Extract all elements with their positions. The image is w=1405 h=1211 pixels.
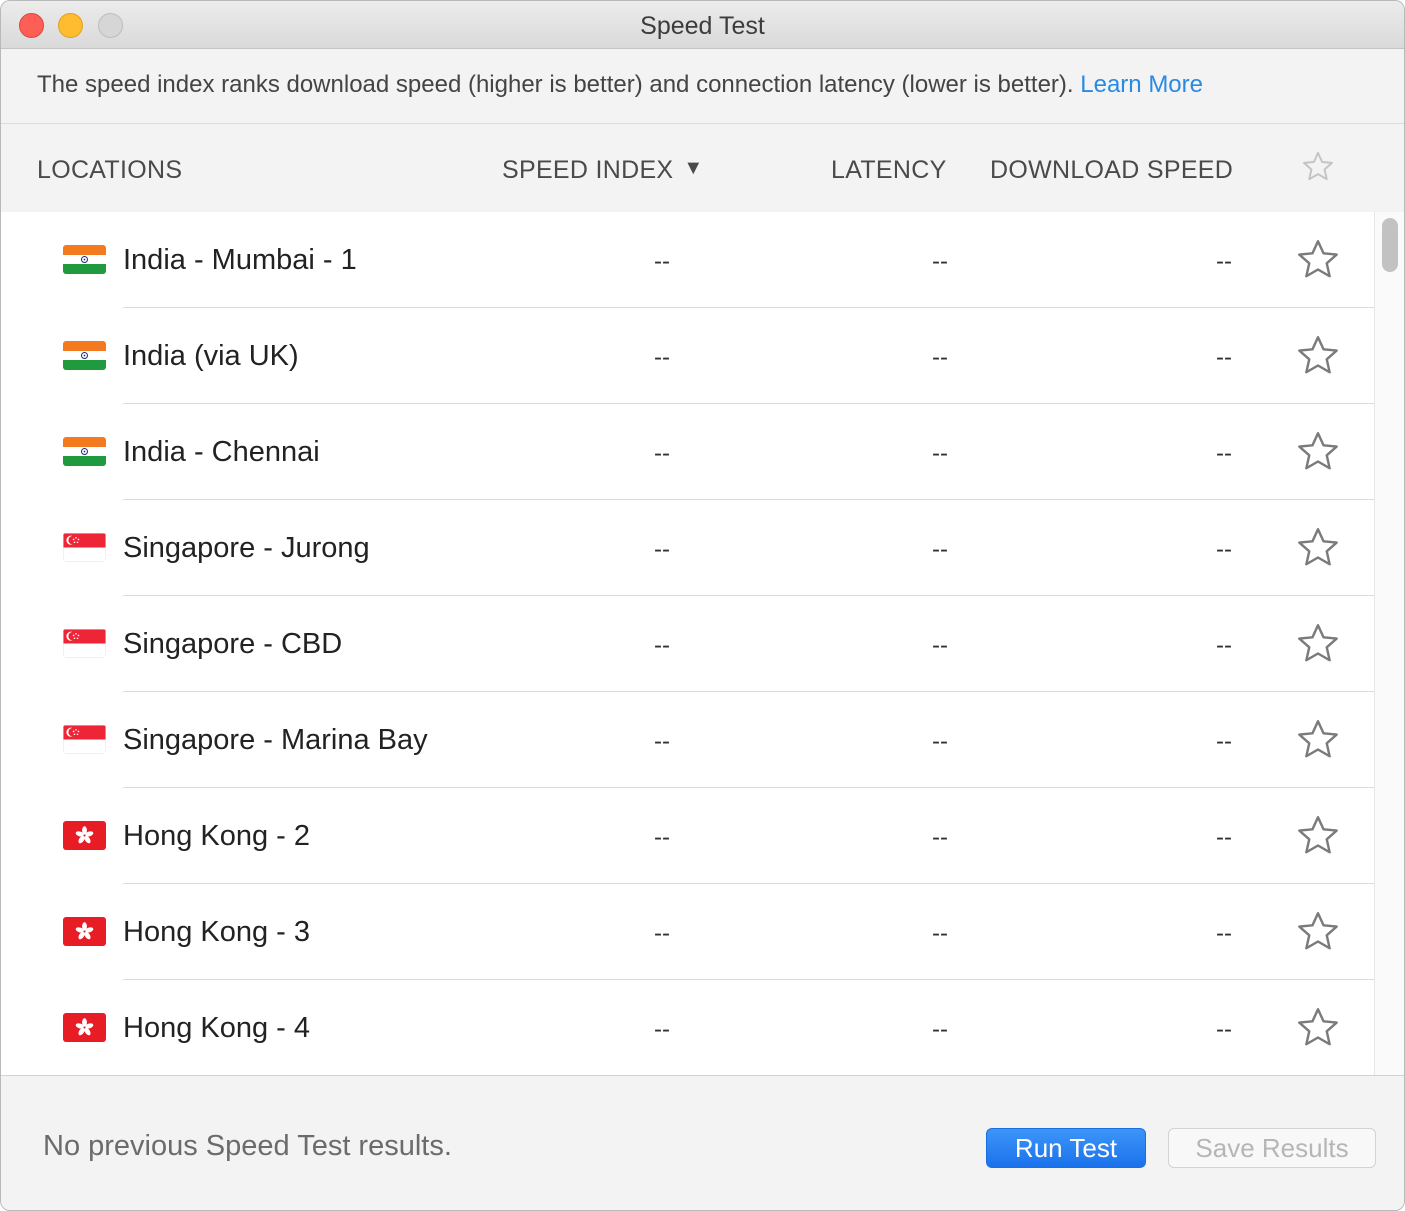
info-text: The speed index ranks download speed (hi… xyxy=(37,71,1074,98)
favorite-star-icon[interactable] xyxy=(1294,332,1342,380)
speed-index-value: -- xyxy=(654,824,670,851)
window-title: Speed Test xyxy=(640,12,765,40)
location-name: Hong Kong - 3 xyxy=(123,916,311,948)
download-speed-value: -- xyxy=(1216,728,1232,755)
favorite-star-icon[interactable] xyxy=(1294,1004,1342,1052)
speed-index-value: -- xyxy=(654,728,670,755)
location-name: India (via UK) xyxy=(123,340,299,372)
latency-value: -- xyxy=(932,344,948,371)
singapore-flag-icon xyxy=(63,629,106,658)
hong-kong-flag-icon xyxy=(63,1013,106,1042)
run-test-button[interactable]: Run Test xyxy=(986,1128,1146,1168)
location-row[interactable]: Hong Kong - 2 -- -- -- xyxy=(1,788,1374,884)
favorite-star-icon[interactable] xyxy=(1294,524,1342,572)
list-scrollbar[interactable] xyxy=(1374,212,1404,1075)
speed-index-value: -- xyxy=(654,344,670,371)
info-banner: The speed index ranks download speed (hi… xyxy=(1,50,1404,124)
latency-value: -- xyxy=(932,728,948,755)
speed-index-value: -- xyxy=(654,536,670,563)
latency-value: -- xyxy=(932,536,948,563)
sort-descending-icon: ▼ xyxy=(683,157,704,179)
latency-value: -- xyxy=(932,1016,948,1043)
favorite-star-icon[interactable] xyxy=(1294,908,1342,956)
learn-more-link[interactable]: Learn More xyxy=(1080,71,1203,98)
latency-value: -- xyxy=(932,248,948,275)
download-speed-value: -- xyxy=(1216,344,1232,371)
latency-value: -- xyxy=(932,632,948,659)
location-name: Singapore - Jurong xyxy=(123,532,370,564)
column-header-latency[interactable]: LATENCY xyxy=(831,156,947,185)
location-row[interactable]: India (via UK) -- -- -- xyxy=(1,308,1374,404)
column-header-speed-index[interactable]: SPEED INDEX ▼ xyxy=(502,156,704,185)
location-row[interactable]: Hong Kong - 3 -- -- -- xyxy=(1,884,1374,980)
hong-kong-flag-icon xyxy=(63,917,106,946)
favorite-star-icon[interactable] xyxy=(1294,812,1342,860)
table-header: LOCATIONS SPEED INDEX ▼ LATENCY DOWNLOAD … xyxy=(1,125,1404,212)
location-name: Hong Kong - 4 xyxy=(123,1012,311,1044)
location-row[interactable]: Singapore - Marina Bay -- -- -- xyxy=(1,692,1374,788)
speed-index-value: -- xyxy=(654,1016,670,1043)
speed-index-value: -- xyxy=(654,440,670,467)
location-row[interactable]: India - Chennai -- -- -- xyxy=(1,404,1374,500)
download-speed-value: -- xyxy=(1216,824,1232,851)
latency-value: -- xyxy=(932,824,948,851)
favorite-star-icon[interactable] xyxy=(1294,716,1342,764)
location-name: India - Chennai xyxy=(123,436,320,468)
latency-value: -- xyxy=(932,440,948,467)
speed-test-window: Speed Test The speed index ranks downloa… xyxy=(0,0,1405,1211)
column-header-locations[interactable]: LOCATIONS xyxy=(37,156,182,185)
location-list[interactable]: India - Mumbai - 1 -- -- -- India (via UK) --… xyxy=(1,212,1374,1075)
download-speed-value: -- xyxy=(1216,536,1232,563)
location-name: Singapore - CBD xyxy=(123,628,343,660)
title-bar: Speed Test xyxy=(1,1,1404,49)
results-status-text: No previous Speed Test results. xyxy=(43,1130,452,1162)
singapore-flag-icon xyxy=(63,725,106,754)
latency-value: -- xyxy=(932,920,948,947)
india-flag-icon xyxy=(63,437,106,466)
download-speed-value: -- xyxy=(1216,440,1232,467)
location-name: Hong Kong - 2 xyxy=(123,820,311,852)
save-results-button[interactable]: Save Results xyxy=(1168,1128,1376,1168)
footer-bar: No previous Speed Test results. Run Test… xyxy=(1,1075,1404,1210)
india-flag-icon xyxy=(63,245,106,274)
scrollbar-thumb[interactable] xyxy=(1382,218,1398,272)
favorite-star-icon[interactable] xyxy=(1294,428,1342,476)
speed-index-value: -- xyxy=(654,248,670,275)
column-header-download-speed[interactable]: DOWNLOAD SPEED xyxy=(990,156,1233,185)
favorite-star-icon[interactable] xyxy=(1294,620,1342,668)
speed-index-value: -- xyxy=(654,632,670,659)
location-row[interactable]: Singapore - CBD -- -- -- xyxy=(1,596,1374,692)
download-speed-value: -- xyxy=(1216,920,1232,947)
location-name: India - Mumbai - 1 xyxy=(123,244,357,276)
hong-kong-flag-icon xyxy=(63,821,106,850)
speed-index-value: -- xyxy=(654,920,670,947)
location-row[interactable]: Singapore - Jurong -- -- -- xyxy=(1,500,1374,596)
favorite-star-icon[interactable] xyxy=(1294,236,1342,284)
location-row[interactable]: Hong Kong - 4 -- -- -- xyxy=(1,980,1374,1075)
download-speed-value: -- xyxy=(1216,632,1232,659)
location-name: Singapore - Marina Bay xyxy=(123,724,428,756)
download-speed-value: -- xyxy=(1216,248,1232,275)
location-row[interactable]: India - Mumbai - 1 -- -- -- xyxy=(1,212,1374,308)
singapore-flag-icon xyxy=(63,533,106,562)
india-flag-icon xyxy=(63,341,106,370)
download-speed-value: -- xyxy=(1216,1016,1232,1043)
favorites-column-star-icon[interactable] xyxy=(1300,149,1336,185)
speed-index-label: SPEED INDEX xyxy=(502,156,674,184)
